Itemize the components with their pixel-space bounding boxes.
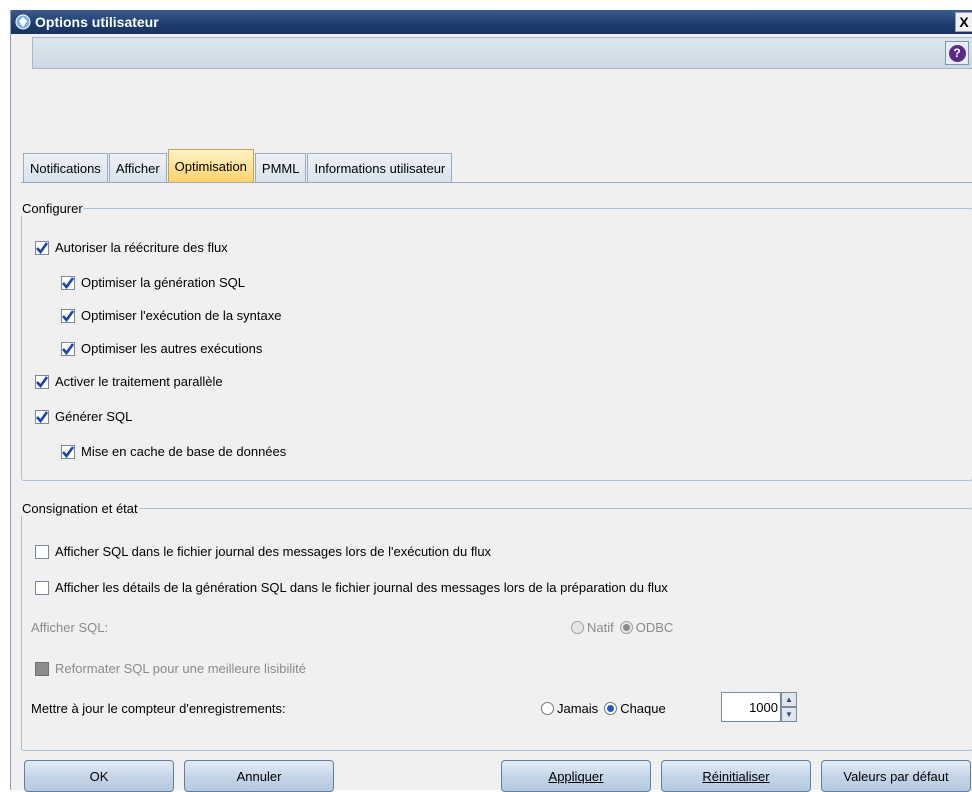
never-label: Jamais xyxy=(557,701,599,716)
display-sql-label: Afficher SQL: xyxy=(31,620,109,635)
ok-label: OK xyxy=(89,768,109,784)
tab-strip: Notifications Afficher Optimisation PMML… xyxy=(23,149,453,182)
tab-label: Afficher xyxy=(115,161,160,176)
tab-optimisation[interactable]: Optimisation xyxy=(167,149,254,182)
tab-label: PMML xyxy=(261,161,300,176)
record-count-input[interactable] xyxy=(721,692,781,722)
spin-up-icon[interactable]: ▲ xyxy=(781,692,797,707)
title-bar[interactable]: Options utilisateur X xyxy=(11,10,972,34)
tab-notifications[interactable]: Notifications xyxy=(23,153,108,182)
cancel-button[interactable]: Annuler xyxy=(184,760,334,792)
close-button[interactable]: X xyxy=(955,12,972,32)
display-sql-options: Natif ODBC xyxy=(571,620,673,635)
window-title: Options utilisateur xyxy=(35,14,159,30)
tab-label: Informations utilisateur xyxy=(314,161,446,176)
parallel-processing-label: Activer le traitement parallèle xyxy=(55,374,223,389)
options-dialog: Options utilisateur X ? Notifications Af… xyxy=(10,10,972,792)
show-sql-log-label: Afficher SQL dans le fichier journal des… xyxy=(55,544,492,559)
toolbar: ? xyxy=(32,37,972,69)
defaults-label: Valeurs par défaut xyxy=(843,768,949,784)
configure-legend: Configurer xyxy=(22,201,83,216)
generate-sql-checkbox[interactable] xyxy=(35,409,49,424)
optimisation-panel: Configurer Autoriser la réécriture des f… xyxy=(21,182,972,751)
record-counter-label: Mettre à jour le compteur d'enregistreme… xyxy=(31,701,286,716)
defaults-button[interactable]: Valeurs par défaut xyxy=(821,760,971,792)
tab-afficher[interactable]: Afficher xyxy=(108,153,167,182)
optimize-other-label: Optimiser les autres exécutions xyxy=(81,341,263,356)
each-label: Chaque xyxy=(620,701,666,716)
display-sql-row: Afficher SQL: xyxy=(31,620,108,635)
tab-label: Notifications xyxy=(30,161,101,176)
optimize-syntax-label: Optimiser l'exécution de la syntaxe xyxy=(81,308,282,323)
db-caching-label: Mise en cache de base de données xyxy=(81,444,287,459)
tab-informations-utilisateur[interactable]: Informations utilisateur xyxy=(307,153,453,182)
allow-stream-rewrite-checkbox[interactable] xyxy=(35,240,49,255)
show-sql-log-row[interactable]: Afficher SQL dans le fichier journal des… xyxy=(35,544,491,559)
spinner-buttons: ▲ ▼ xyxy=(781,692,797,722)
help-icon: ? xyxy=(948,44,966,62)
optimize-sql-label: Optimiser la génération SQL xyxy=(81,275,246,290)
parallel-processing-checkbox[interactable] xyxy=(35,374,49,389)
show-sql-details-checkbox[interactable] xyxy=(35,580,49,595)
optimize-syntax-row[interactable]: Optimiser l'exécution de la syntaxe xyxy=(61,308,281,323)
generate-sql-row[interactable]: Générer SQL xyxy=(35,409,132,424)
spin-down-icon[interactable]: ▼ xyxy=(781,707,797,722)
odbc-label: ODBC xyxy=(635,620,674,635)
never-radio[interactable] xyxy=(541,702,554,715)
show-sql-log-checkbox[interactable] xyxy=(35,544,49,559)
generate-sql-label: Générer SQL xyxy=(55,409,133,424)
db-caching-checkbox[interactable] xyxy=(61,444,75,459)
tab-label: Optimisation xyxy=(174,159,247,174)
reformat-sql-row[interactable]: Reformater SQL pour une meilleure lisibi… xyxy=(35,661,306,676)
reset-label: Réinitialiser xyxy=(702,768,770,784)
record-counter-row: Mettre à jour le compteur d'enregistreme… xyxy=(31,701,286,716)
db-caching-row[interactable]: Mise en cache de base de données xyxy=(61,444,286,459)
native-radio[interactable] xyxy=(571,621,584,634)
optimize-other-row[interactable]: Optimiser les autres exécutions xyxy=(61,341,262,356)
optimize-sql-checkbox[interactable] xyxy=(61,275,75,290)
odbc-radio[interactable] xyxy=(619,621,633,634)
show-sql-details-label: Afficher les détails de la génération SQ… xyxy=(55,580,668,595)
record-count-spinner: ▲ ▼ xyxy=(721,692,797,722)
optimize-sql-row[interactable]: Optimiser la génération SQL xyxy=(61,275,245,290)
optimize-syntax-checkbox[interactable] xyxy=(61,308,75,323)
help-button[interactable]: ? xyxy=(945,41,969,65)
cancel-label: Annuler xyxy=(236,768,282,784)
optimize-other-checkbox[interactable] xyxy=(61,341,75,356)
each-radio[interactable] xyxy=(604,702,618,715)
tab-pmml[interactable]: PMML xyxy=(254,153,307,182)
ok-button[interactable]: OK xyxy=(24,760,174,792)
apply-button[interactable]: Appliquer xyxy=(501,760,651,792)
logging-legend: Consignation et état xyxy=(22,501,138,516)
parallel-processing-row[interactable]: Activer le traitement parallèle xyxy=(35,374,223,389)
reset-button[interactable]: Réinitialiser xyxy=(661,760,811,792)
reformat-sql-checkbox[interactable] xyxy=(35,661,49,676)
allow-stream-rewrite-label: Autoriser la réécriture des flux xyxy=(55,240,228,255)
app-diamond-icon xyxy=(15,14,31,30)
reformat-sql-label: Reformater SQL pour une meilleure lisibi… xyxy=(55,661,306,676)
allow-stream-rewrite-row[interactable]: Autoriser la réécriture des flux xyxy=(35,240,228,255)
show-sql-details-row[interactable]: Afficher les détails de la génération SQ… xyxy=(35,580,668,595)
record-counter-options: Jamais Chaque xyxy=(541,701,666,716)
apply-label: Appliquer xyxy=(548,768,604,784)
native-label: Natif xyxy=(587,620,614,635)
